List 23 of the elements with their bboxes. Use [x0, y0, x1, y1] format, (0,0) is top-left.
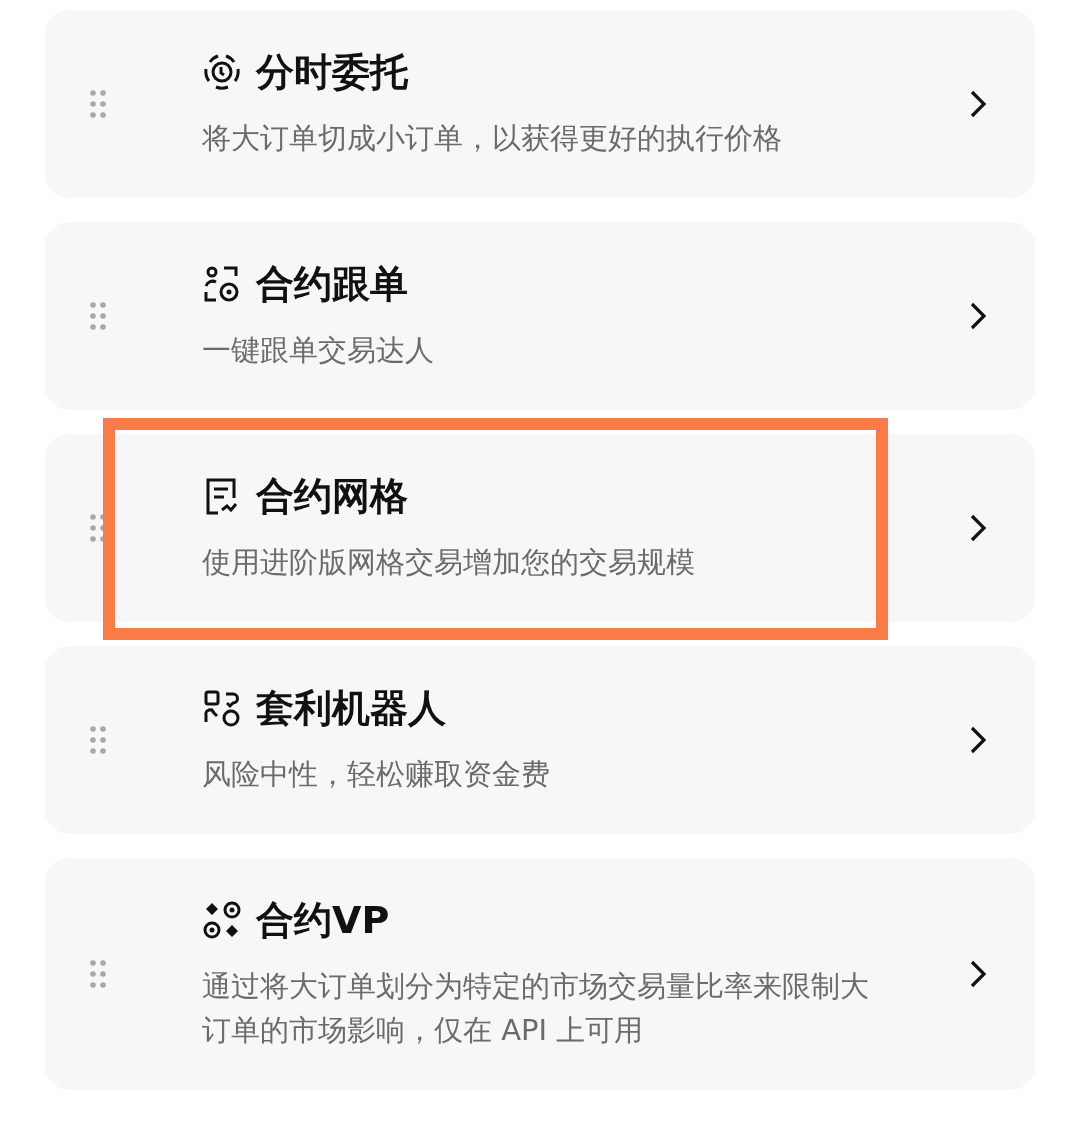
drag-handle-icon[interactable] — [90, 302, 106, 330]
drag-handle-icon[interactable] — [90, 90, 106, 118]
drag-handle-icon[interactable] — [90, 960, 106, 988]
card-description: 风险中性，轻松赚取资金费 — [202, 756, 551, 793]
card-title: 合约跟单 — [256, 261, 408, 308]
card-description: 使用进阶版网格交易增加您的交易规模 — [202, 544, 696, 581]
feature-card[interactable]: 合约网格 使用进阶版网格交易增加您的交易规模 — [45, 434, 1035, 622]
feature-card[interactable]: 套利机器人 风险中性，轻松赚取资金费 — [45, 646, 1035, 834]
card-title: 合约VP — [256, 897, 390, 944]
card-title: 套利机器人 — [256, 685, 446, 732]
card-description: 通过将大订单划分为特定的市场交易量比率来限制大订单的市场影响，仅在 API 上可用 — [202, 968, 870, 1049]
clock-icon — [202, 52, 242, 92]
card-description: 一键跟单交易达人 — [202, 332, 435, 369]
drag-handle-icon[interactable] — [90, 514, 106, 542]
card-title: 分时委托 — [256, 49, 408, 96]
exchange-icon — [202, 688, 242, 728]
feature-card[interactable]: 合约跟单 一键跟单交易达人 — [45, 222, 1035, 410]
feature-card[interactable]: 分时委托 将大订单切成小订单，以获得更好的执行价格 — [45, 10, 1035, 198]
feature-card[interactable]: 合约VP 通过将大订单划分为特定的市场交易量比率来限制大订单的市场影响，仅在 API 上可用 — [45, 858, 1035, 1090]
card-title: 合约网格 — [256, 473, 408, 520]
card-description: 将大订单切成小订单，以获得更好的执行价格 — [202, 120, 783, 157]
dots-grid-icon — [202, 900, 242, 940]
drag-handle-icon[interactable] — [90, 726, 106, 754]
